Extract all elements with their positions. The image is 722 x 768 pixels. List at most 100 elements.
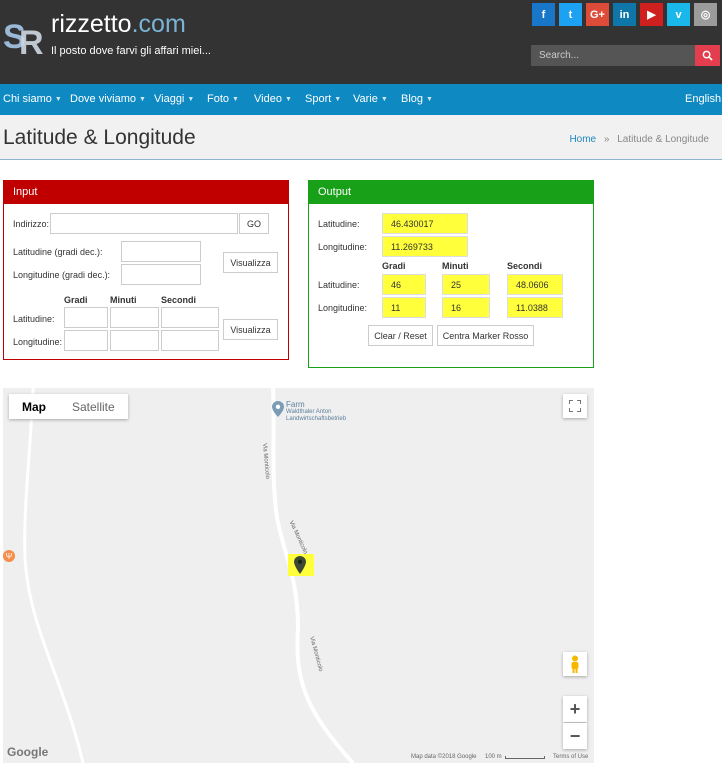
svg-text:R: R [19, 24, 43, 58]
site-logo-icon[interactable]: S R [3, 12, 43, 58]
zoom-out-button[interactable]: − [563, 723, 587, 749]
terms-link[interactable]: Terms of Use [553, 754, 588, 760]
out-lon-gradi[interactable]: 11 [382, 297, 426, 318]
search-button[interactable] [695, 45, 720, 66]
page-title: Latitude & Longitude [3, 126, 196, 149]
google-logo[interactable]: Google [7, 745, 48, 759]
breadcrumb-separator: » [603, 134, 610, 145]
nav-item-blog[interactable]: Blog ▼ [401, 93, 433, 105]
poi-pin-icon[interactable] [272, 401, 284, 417]
out-lat-dec-value[interactable]: 46.430017 [382, 213, 468, 234]
site-tagline: Il posto dove farvi gli affari miei... [51, 45, 211, 57]
youtube-icon[interactable]: ▶ [640, 3, 663, 26]
svg-text:Ψ: Ψ [6, 552, 13, 561]
linkedin-icon[interactable]: in [613, 3, 636, 26]
lat-minuti-input[interactable] [110, 307, 159, 328]
address-input[interactable] [50, 213, 238, 234]
chevron-down-icon: ▼ [380, 96, 388, 103]
nav-item-dove-viviamo[interactable]: Dove viviamo ▼ [70, 93, 146, 105]
output-panel: Output Latitudine: 46.430017 Longitudine… [308, 180, 594, 368]
lat-gradi-input[interactable] [64, 307, 108, 328]
fullscreen-icon [569, 400, 581, 412]
address-label: Indirizzo: [13, 219, 50, 229]
chevron-down-icon: ▼ [187, 96, 195, 103]
input-col-secondi: Secondi [161, 295, 197, 305]
lon-dms-label: Longitudine: [13, 337, 63, 347]
map-scale-bar [505, 756, 545, 759]
site-header: S R rizzetto.com Il posto dove farvi gli… [0, 0, 722, 84]
input-col-minuti: Minuti [110, 295, 137, 305]
breadcrumb-home[interactable]: Home [569, 134, 596, 145]
site-name-main: rizzetto [51, 10, 132, 38]
chevron-down-icon: ▼ [426, 96, 433, 103]
lat-dec-label: Latitudine (gradi dec.): [13, 247, 103, 257]
output-panel-title: Output [309, 181, 593, 204]
out-lat-secondi[interactable]: 48.0606 [507, 274, 563, 295]
output-col-gradi: Gradi [382, 261, 406, 271]
out-lat-gradi[interactable]: 46 [382, 274, 426, 295]
visualizza-dms-button[interactable]: Visualizza [223, 319, 278, 340]
chevron-down-icon: ▼ [284, 96, 292, 103]
chevron-down-icon: ▼ [232, 96, 239, 103]
chevron-down-icon: ▼ [139, 96, 146, 103]
twitter-icon[interactable]: t [559, 3, 582, 26]
clear-reset-button[interactable]: Clear / Reset [368, 325, 433, 346]
google-plus-icon[interactable]: G+ [586, 3, 609, 26]
map-type-satellite-button[interactable]: Satellite [59, 394, 128, 419]
lat-dec-input[interactable] [121, 241, 201, 262]
nav-item-varie[interactable]: Varie ▼ [353, 93, 388, 105]
breadcrumb-current: Latitude & Longitude [617, 134, 709, 145]
lon-dec-input[interactable] [121, 264, 201, 285]
map-marker-icon[interactable] [294, 556, 306, 574]
search-input[interactable] [531, 45, 695, 66]
lon-gradi-input[interactable] [64, 330, 108, 351]
chevron-down-icon: ▼ [334, 96, 342, 103]
nav-item-foto[interactable]: Foto ▼ [207, 93, 239, 105]
lon-dec-label: Longitudine (gradi dec.): [13, 270, 111, 280]
out-lon-dms-label: Longitudine: [318, 303, 368, 313]
poi-line2: Landwirtschaftsbetrieb [286, 416, 347, 422]
input-panel-title: Input [4, 181, 288, 204]
instagram-icon[interactable]: ◎ [694, 3, 717, 26]
nav-item-video[interactable]: Video ▼ [254, 93, 292, 105]
out-lon-dec-value[interactable]: 11.269733 [382, 236, 468, 257]
visualizza-dec-button[interactable]: Visualizza [223, 252, 278, 273]
nav-item-language[interactable]: English [685, 93, 721, 105]
restaurant-pin-icon[interactable]: Ψ [3, 550, 15, 564]
map-type-map-button[interactable]: Map [9, 394, 59, 419]
nav-item-viaggi[interactable]: Viaggi ▼ [154, 93, 194, 105]
nav-item-sport[interactable]: Sport ▼ [305, 93, 341, 105]
map-scale-label[interactable]: 100 m [485, 754, 502, 760]
map-data-attribution: Map data ©2018 Google [411, 754, 477, 760]
out-lon-minuti[interactable]: 16 [442, 297, 490, 318]
lat-secondi-input[interactable] [161, 307, 219, 328]
breadcrumb: Home » Latitude & Longitude [569, 134, 709, 145]
zoom-in-button[interactable]: + [563, 696, 587, 722]
facebook-icon[interactable]: f [532, 3, 555, 26]
center-marker-button[interactable]: Centra Marker Rosso [437, 325, 534, 346]
lon-minuti-input[interactable] [110, 330, 159, 351]
out-lon-secondi[interactable]: 11.0388 [507, 297, 563, 318]
input-col-gradi: Gradi [64, 295, 88, 305]
street-view-button[interactable] [563, 652, 587, 676]
nav-item-chi-siamo[interactable]: Chi siamo ▼ [3, 93, 62, 105]
go-button[interactable]: GO [239, 213, 269, 234]
out-lat-dms-label: Latitudine: [318, 280, 360, 290]
chevron-down-icon: ▼ [54, 96, 62, 103]
page-title-bar: Latitude & Longitude Home » Latitude & L… [0, 115, 722, 160]
site-name[interactable]: rizzetto.com [51, 10, 186, 39]
out-lon-dec-label: Longitudine: [318, 242, 368, 252]
site-name-tld: .com [131, 10, 186, 38]
out-lat-minuti[interactable]: 25 [442, 274, 490, 295]
output-col-minuti: Minuti [442, 261, 469, 271]
map-type-control: Map Satellite [9, 394, 128, 419]
pegman-icon [571, 655, 579, 673]
lon-secondi-input[interactable] [161, 330, 219, 351]
vimeo-icon[interactable]: v [667, 3, 690, 26]
main-nav: Chi siamo ▼ Dove viviamo ▼ Viaggi ▼ Foto ▼ V… [0, 84, 722, 115]
fullscreen-button[interactable] [563, 394, 587, 418]
out-lat-dec-label: Latitudine: [318, 219, 360, 229]
lat-dms-label: Latitudine: [13, 314, 55, 324]
output-col-secondi: Secondi [507, 261, 543, 271]
map-canvas[interactable]: Map Satellite Farm Waldthaler Anton Land… [3, 388, 594, 763]
